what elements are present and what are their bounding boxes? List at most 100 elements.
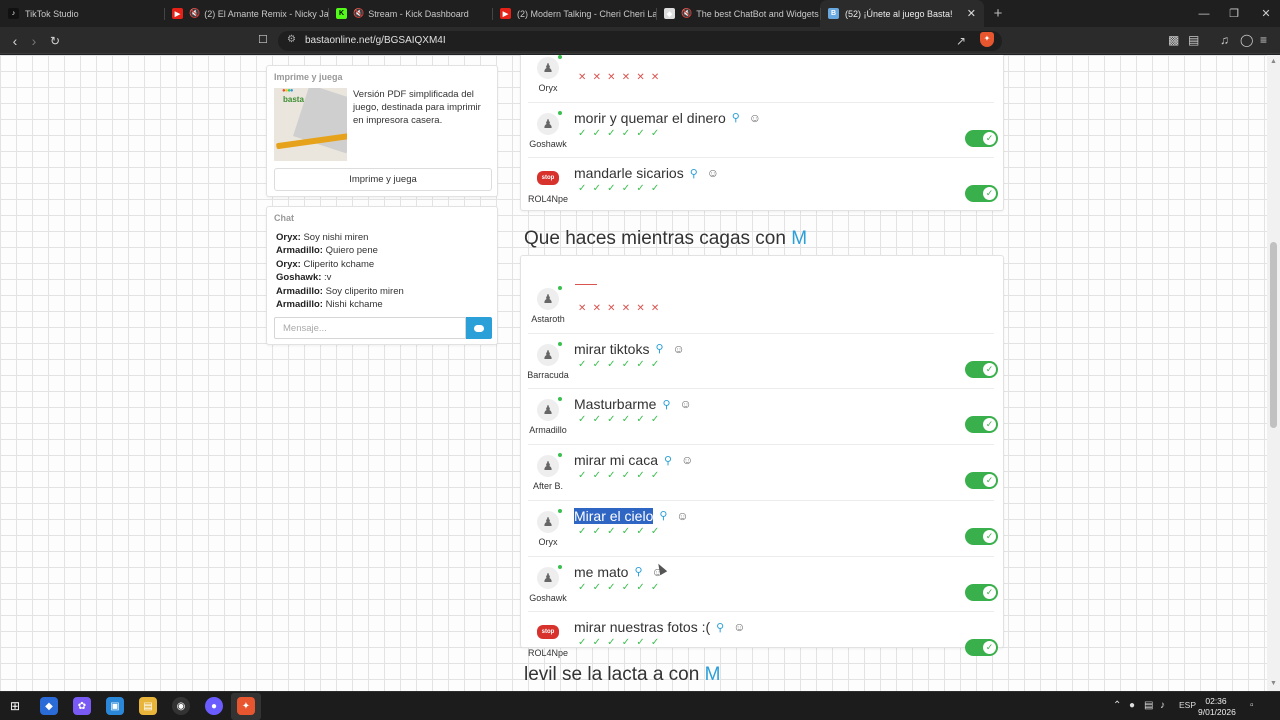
emoji-react-icon[interactable]: ☺ [733,620,745,634]
browser-tab-5[interactable]: ◆ 🔇 The best ChatBot and Widgets fo [656,0,820,27]
close-tab-icon[interactable]: ✕ [967,7,976,20]
valid-votes-icons: ✓✓✓✓✓✓ [578,470,666,482]
sidebar-icon[interactable]: ▤ [1188,33,1199,47]
answer-row: ♟ Goshawk morir y quemar el dinero ⚲ ☺ ✓✓✓✓✓✓… [524,101,998,157]
muted-speaker-icon[interactable]: 🔇 [189,8,200,19]
answer-text[interactable]: morir y quemar el dinero [574,110,726,126]
app-icon-1[interactable]: ◆ [40,697,58,715]
validate-toggle[interactable]: ✓ [965,185,998,203]
browser-tab-3[interactable]: K 🔇 Stream - Kick Dashboard [328,0,492,27]
start-button-icon[interactable]: ⊞ [6,697,24,715]
emoji-react-icon[interactable]: ☺ [707,166,719,180]
validate-toggle[interactable]: ✓ [965,360,998,378]
mic-icon[interactable]: ● [1129,700,1135,711]
print-button[interactable]: Imprime y juega [274,168,492,191]
extensions-icon[interactable]: ▩ [1168,33,1179,47]
validate-toggle[interactable]: ✓ [965,527,998,545]
scrollbar-thumb[interactable] [1270,242,1277,428]
minimize-button[interactable]: — [1188,0,1220,27]
chat-app-icon[interactable]: ● [205,697,223,715]
search-icon[interactable]: ⚲ [732,111,740,124]
answer-row: ♟ Armadillo Masturbarme ⚲ ☺ ✓✓✓✓✓✓ ✓ [524,388,998,443]
answer-row: stop ROL4Npe mirar nuestras fotos :(⚲ ☺ ✓✓✓✓… [524,611,998,666]
brave-browser-icon[interactable]: ✦ [237,697,255,715]
search-icon[interactable]: ⚲ [655,342,663,355]
answer-text[interactable]: Masturbarme [574,396,656,412]
obs-icon[interactable]: ◉ [172,697,190,715]
browser-tab-4[interactable]: ▶ (2) Modern Talking - Cheri Cheri Lady [492,0,656,27]
reload-button[interactable]: ↻ [46,32,64,50]
search-icon[interactable]: ⚲ [664,454,672,467]
scroll-down-icon[interactable]: ▼ [1270,680,1277,687]
page-scrollbar[interactable]: ▲ ▼ [1267,55,1280,691]
emoji-react-icon[interactable]: ☺ [676,509,688,523]
vpn-icon[interactable]: ◯ [1240,33,1253,47]
answer-row: ♟ Barracuda mirar tiktoks ⚲ ☺ ✓✓✓✓✓✓ ✓ [524,332,998,388]
tray-overflow-icon[interactable]: ⌃ [1113,700,1121,711]
menu-icon[interactable]: ≡ [1260,33,1267,47]
restore-button[interactable]: ❐ [1218,0,1250,27]
language-indicator[interactable]: ESP [1179,700,1196,710]
answer-text[interactable]: me mato [574,564,628,580]
validate-toggle[interactable]: ✓ [965,472,998,490]
close-window-button[interactable]: ✕ [1250,0,1280,27]
media-icon[interactable]: ♫ [1220,33,1229,47]
answer-text[interactable]: mirar nuestras fotos :( [574,619,710,635]
answer-text[interactable]: mandarle sicarios [574,165,684,181]
validate-toggle[interactable]: ✓ [965,416,998,434]
validate-toggle[interactable]: ✓ [965,639,998,657]
search-icon[interactable]: ⚲ [634,565,642,578]
browser-tab-1[interactable]: ♪ TikTok Studio [0,0,164,27]
player-name: ROL4Npe [527,648,569,659]
url-bar[interactable]: ⚙ bastaonline.net/g/BGSAIQXM4I ↗ [278,31,1002,51]
search-icon[interactable]: ⚲ [662,398,670,411]
emoji-react-icon[interactable]: ☺ [681,453,693,467]
player-name: Armadillo [529,425,567,436]
online-dot-icon [558,341,562,346]
emoji-react-icon[interactable]: ☺ [673,342,685,356]
validate-toggle[interactable]: ✓ [965,583,998,601]
check-icon: ✓ [983,529,996,543]
copilot-icon[interactable]: ✿ [73,697,91,715]
basta-logo-dots: ●●●● [282,88,293,94]
search-icon[interactable]: ⚲ [716,621,724,634]
category-title-3: levil se la lacta a con M [524,664,721,685]
system-clock[interactable]: 02:36 9/01/2026 [1198,696,1236,718]
file-explorer-icon[interactable]: ▤ [139,697,157,715]
answer-row: ♟ After B. mirar mi caca ⚲ ☺ ✓✓✓✓✓✓ ✓ [524,444,998,499]
scroll-up-icon[interactable]: ▲ [1270,58,1277,65]
answer-text[interactable]: mirar tiktoks [574,341,649,357]
valid-votes-icons: ✓✓✓✓✓✓ [578,414,666,426]
bookmark-icon[interactable]: ☐ [258,33,268,46]
browser-tab-6[interactable]: B (52) ¡Únete al juego Basta! ✕ [820,0,984,27]
brave-shield-icon[interactable]: ✦ [980,32,994,47]
print-thumbnail-image: ●●●● basta [274,88,347,161]
store-icon[interactable]: ▣ [106,697,124,715]
new-tab-button[interactable]: + [984,0,1012,27]
validate-toggle[interactable]: ✓ [965,129,998,147]
chat-input[interactable]: Mensaje... [274,317,466,339]
back-button[interactable]: ‹ [6,32,24,50]
search-icon[interactable]: ⚲ [690,167,698,180]
notifications-icon[interactable]: ▫ [1250,700,1254,711]
muted-speaker-icon[interactable]: 🔇 [353,8,364,19]
answer-text[interactable]: mirar mi caca [574,452,658,468]
muted-speaker-icon[interactable]: 🔇 [681,8,692,19]
chat-send-button[interactable] [466,317,492,339]
emoji-react-icon[interactable]: ☺ [749,111,761,125]
site-settings-icon[interactable]: ⚙ [287,34,296,45]
answer-text[interactable]: Mirar el cielo [574,507,654,524]
emoji-react-icon[interactable]: ☺ [680,397,692,411]
check-icon: ✓ [983,187,996,201]
search-icon[interactable]: ⚲ [659,509,667,522]
browser-tab-2[interactable]: ▶ 🔇 (2) El Amante Remix - Nicky Jam ft O [164,0,328,27]
row-divider [528,332,994,334]
volume-icon[interactable]: ♪ [1160,700,1165,711]
chat-message: Goshawk: :v [276,271,404,284]
online-dot-icon [558,564,562,569]
valid-votes-icons: ✓✓✓✓✓✓ [578,183,666,195]
forward-button[interactable]: › [25,32,43,50]
share-icon[interactable]: ↗ [956,34,966,48]
online-dot-icon [558,453,562,458]
network-icon[interactable]: ▤ [1144,700,1153,711]
